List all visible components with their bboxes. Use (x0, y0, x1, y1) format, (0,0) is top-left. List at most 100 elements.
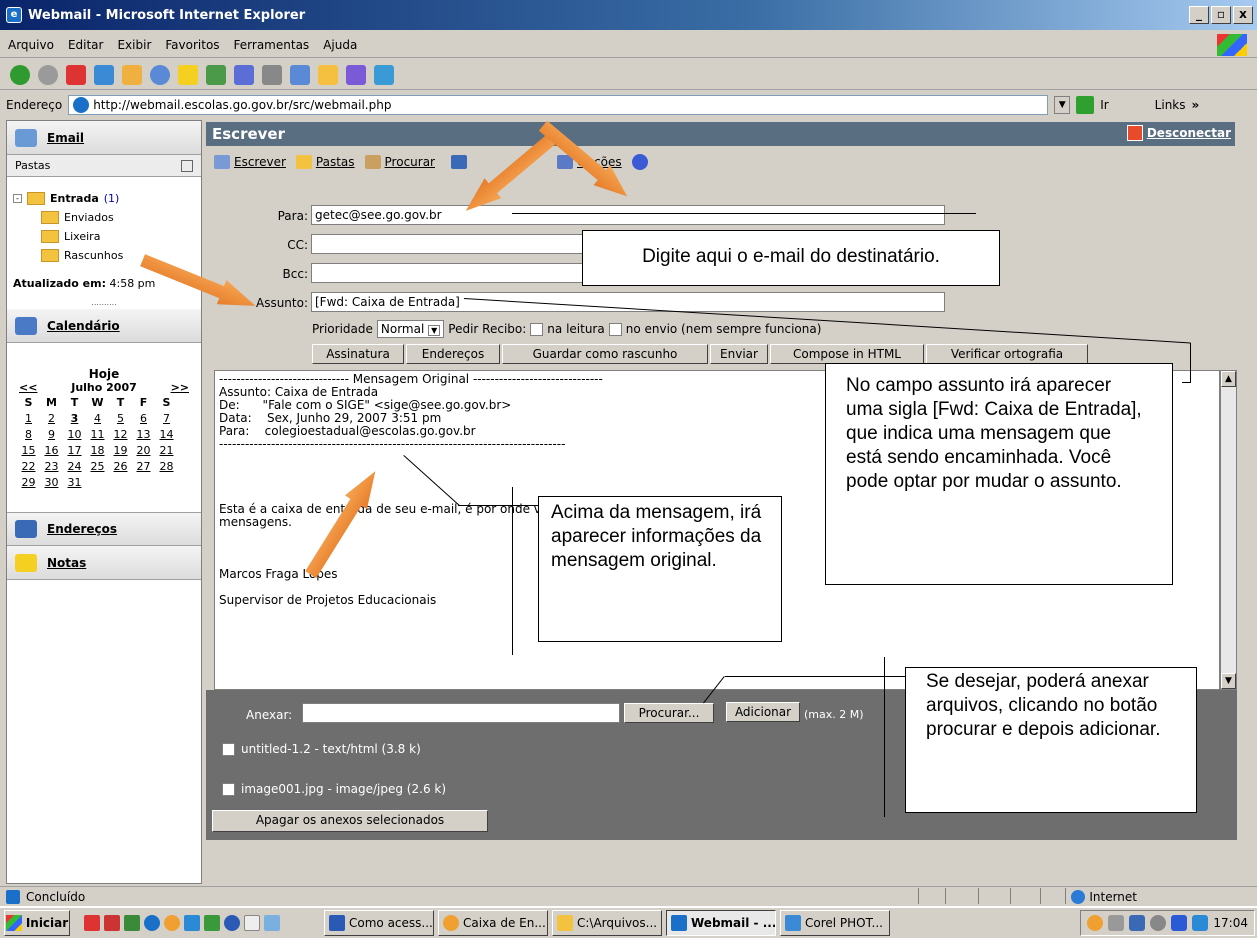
mail-icon[interactable] (234, 64, 254, 85)
calendar-day[interactable]: 11 (86, 426, 109, 442)
menu-arquivo[interactable]: Arquivo (8, 38, 54, 52)
calendar-day[interactable]: 20 (132, 442, 155, 458)
calendar-prev[interactable]: << (19, 381, 37, 394)
book-button[interactable] (451, 155, 467, 169)
minimize-button[interactable]: _ (1189, 6, 1209, 24)
favorites-icon[interactable] (178, 64, 198, 85)
enderecos-link[interactable]: Endereços (47, 522, 117, 536)
quicklaunch-icon[interactable] (204, 915, 220, 931)
calendar-day[interactable]: 9 (40, 426, 63, 442)
calendar-day[interactable]: 21 (155, 442, 178, 458)
print-icon[interactable] (262, 64, 282, 85)
calendar-day[interactable]: 12 (109, 426, 132, 442)
calendar-day[interactable]: 30 (40, 474, 63, 490)
quicklaunch-icon[interactable] (164, 915, 180, 931)
apagar-anexos-button[interactable]: Apagar os anexos selecionados (212, 810, 488, 832)
quicklaunch-icon[interactable] (144, 915, 160, 931)
task-webmail[interactable]: Webmail - ... (666, 910, 776, 936)
quicklaunch-icon[interactable] (264, 915, 280, 931)
calendar-day[interactable]: 4 (86, 410, 109, 426)
no-envio-checkbox[interactable] (608, 322, 622, 336)
procurar-button[interactable]: Procurar... (624, 703, 714, 723)
calendar-hoje[interactable]: Hoje (7, 367, 201, 381)
menu-exibir[interactable]: Exibir (117, 38, 151, 52)
tray-network-icon[interactable] (1129, 915, 1146, 931)
tray-antivirus-icon[interactable] (1171, 915, 1188, 931)
history-icon[interactable] (206, 64, 226, 85)
calendar-day[interactable]: 23 (40, 458, 63, 474)
verificar-ortografia-button[interactable]: Verificar ortografia (926, 344, 1088, 364)
edit-icon[interactable] (290, 64, 310, 85)
calendario-section[interactable]: Calendário (7, 309, 201, 343)
enviar-button[interactable]: Enviar (710, 344, 768, 364)
help-icon[interactable] (631, 154, 648, 170)
guardar-rascunho-button[interactable]: Guardar como rascunho (502, 344, 708, 364)
adicionar-button[interactable]: Adicionar (726, 702, 800, 722)
calendar-day[interactable]: 5 (109, 410, 132, 426)
email-link[interactable]: Email (47, 131, 84, 145)
assinatura-button[interactable]: Assinatura (312, 344, 404, 364)
close-button[interactable]: x (1233, 6, 1253, 24)
scroll-up-icon[interactable]: ▲ (1221, 371, 1236, 387)
folder-entrada[interactable]: - Entrada (1) (13, 189, 201, 208)
compose-html-button[interactable]: Compose in HTML (770, 344, 924, 364)
scroll-down-icon[interactable]: ▼ (1221, 673, 1236, 689)
enderecos-section[interactable]: Endereços (7, 512, 201, 546)
forward-icon[interactable] (38, 64, 58, 85)
task-arquivos[interactable]: C:\Arquivos... (552, 910, 662, 936)
calendar-day[interactable]: 26 (109, 458, 132, 474)
calendar-day[interactable]: 15 (17, 442, 40, 458)
refresh-folders-icon[interactable] (181, 159, 193, 172)
address-input[interactable]: http://webmail.escolas.go.gov.br/src/web… (68, 95, 1049, 115)
disconnect-link[interactable]: Desconectar (1126, 125, 1231, 141)
quicklaunch-icon[interactable] (244, 915, 260, 931)
calendar-day[interactable]: 14 (155, 426, 178, 442)
quicklaunch-icon[interactable] (104, 915, 120, 931)
task-caixa-entrada[interactable]: Caixa de En... (438, 910, 548, 936)
menu-favoritos[interactable]: Favoritos (165, 38, 219, 52)
enderecos-button[interactable]: Endereços (406, 344, 500, 364)
calendar-day[interactable]: 18 (86, 442, 109, 458)
links-button[interactable]: Links (1155, 98, 1186, 112)
menu-ferramentas[interactable]: Ferramentas (234, 38, 310, 52)
folder-enviados[interactable]: Enviados (13, 208, 201, 227)
search-icon[interactable] (150, 64, 170, 85)
calendar-day[interactable]: 16 (40, 442, 63, 458)
start-button[interactable]: Iniciar (4, 910, 70, 936)
calendar-day[interactable]: 13 (132, 426, 155, 442)
chevron-right-icon[interactable]: » (1192, 98, 1200, 112)
quicklaunch-icon[interactable] (84, 915, 100, 931)
research-icon[interactable] (374, 64, 394, 85)
quicklaunch-icon[interactable] (184, 915, 200, 931)
stop-icon[interactable] (66, 64, 86, 85)
quicklaunch-icon[interactable] (124, 915, 140, 931)
calendar-day[interactable]: 19 (109, 442, 132, 458)
pastas-button[interactable]: Pastas (295, 155, 355, 169)
calendar-day[interactable]: 29 (17, 474, 40, 490)
quicklaunch-icon[interactable] (224, 915, 240, 931)
messenger-icon[interactable] (346, 64, 366, 85)
task-corel[interactable]: Corel PHOT... (780, 910, 890, 936)
back-icon[interactable] (10, 64, 30, 85)
collapse-icon[interactable]: - (13, 194, 22, 203)
menu-editar[interactable]: Editar (68, 38, 104, 52)
email-section[interactable]: Email (7, 121, 201, 155)
folder-rascunhos[interactable]: Rascunhos (13, 246, 201, 265)
task-como-acess[interactable]: Como acess... (324, 910, 434, 936)
attachment-checkbox[interactable] (222, 742, 235, 756)
notas-section[interactable]: Notas (7, 546, 201, 580)
calendar-day[interactable]: 22 (17, 458, 40, 474)
tray-mail-icon[interactable] (1192, 915, 1209, 931)
address-dropdown-icon[interactable]: ▼ (1054, 96, 1071, 114)
splitter[interactable]: .......... (7, 298, 201, 307)
calendar-next[interactable]: >> (171, 381, 189, 394)
calendar-day[interactable]: 10 (63, 426, 86, 442)
tray-browser-icon[interactable] (1087, 915, 1104, 931)
refresh-icon[interactable] (94, 64, 114, 85)
menu-ajuda[interactable]: Ajuda (323, 38, 357, 52)
message-scrollbar[interactable]: ▲ ▼ (1220, 370, 1237, 690)
calendar-day[interactable]: 27 (132, 458, 155, 474)
folder-lixeira[interactable]: Lixeira (13, 227, 201, 246)
calendar-day[interactable]: 17 (63, 442, 86, 458)
go-button[interactable]: Ir (1100, 98, 1108, 112)
